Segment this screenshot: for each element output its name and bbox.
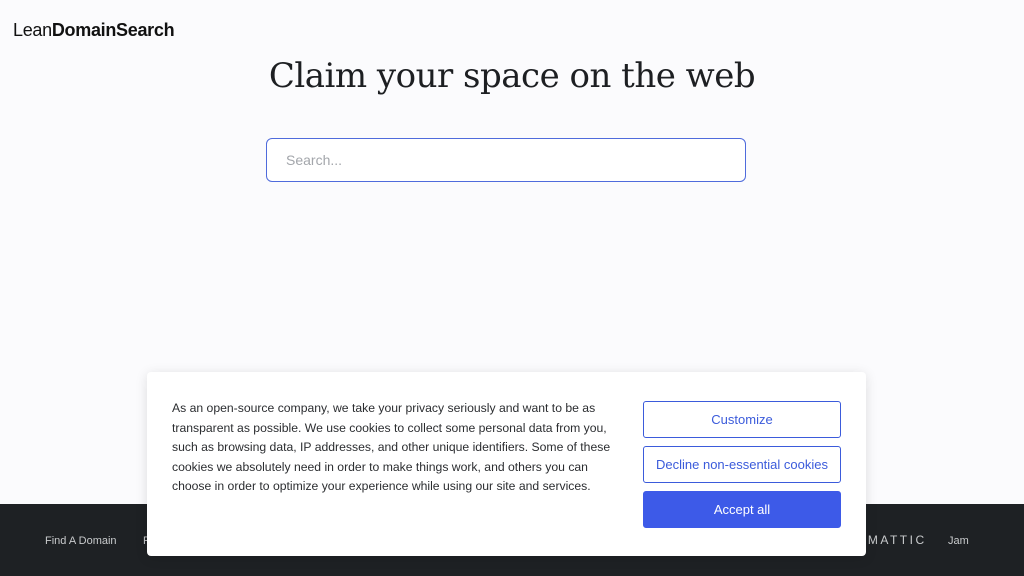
- search-input[interactable]: [266, 138, 746, 182]
- site-logo[interactable]: LeanDomainSearch: [13, 20, 175, 41]
- customize-cookies-button[interactable]: Customize: [643, 401, 841, 438]
- decline-cookies-button[interactable]: Decline non-essential cookies: [643, 446, 841, 483]
- cookie-banner-text: As an open-source company, we take your …: [172, 401, 611, 493]
- logo-text-light: Lean: [13, 20, 52, 40]
- footer-brand-automattic[interactable]: OMATTIC: [856, 533, 927, 547]
- page-headline: Claim your space on the web: [268, 56, 756, 96]
- search-container: [266, 138, 746, 182]
- cookie-consent-banner: As an open-source company, we take your …: [147, 372, 866, 556]
- footer-link-jam[interactable]: Jam: [948, 535, 969, 547]
- logo-text-bold: DomainSearch: [51, 20, 175, 40]
- footer-link-find-domain[interactable]: Find A Domain: [45, 535, 117, 547]
- accept-all-cookies-button[interactable]: Accept all: [643, 491, 841, 528]
